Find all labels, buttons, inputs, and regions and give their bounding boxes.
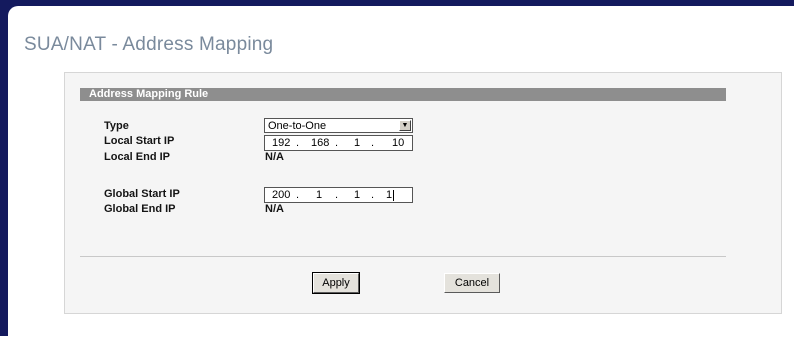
page-title: SUA/NAT - Address Mapping: [24, 34, 274, 55]
global-start-ip-octet-1[interactable]: 200: [272, 189, 290, 202]
ip-separator: .: [371, 189, 375, 201]
global-start-ip-octet-2[interactable]: 1: [316, 189, 322, 202]
global-end-ip-value: N/A: [265, 203, 284, 215]
ip-separator: .: [371, 137, 375, 149]
local-end-ip-value: N/A: [265, 151, 284, 163]
type-select-value: One-to-One: [268, 120, 327, 132]
ip-separator: .: [335, 189, 339, 201]
type-select[interactable]: One-to-One ▼: [264, 118, 413, 133]
type-label: Type: [104, 120, 129, 132]
apply-button[interactable]: Apply: [312, 272, 360, 294]
global-end-ip-label: Global End IP: [104, 203, 176, 215]
global-start-ip-octet-4[interactable]: 1: [386, 189, 392, 202]
form-divider: [80, 256, 726, 257]
local-start-ip-label: Local Start IP: [104, 135, 175, 147]
ip-separator: .: [296, 137, 300, 149]
local-start-ip-octet-4[interactable]: 10: [392, 137, 404, 150]
local-start-ip-field[interactable]: 192 . 168 . 1 . 10: [264, 135, 413, 151]
local-start-ip-octet-1[interactable]: 192: [272, 137, 290, 150]
global-start-ip-octet-3[interactable]: 1: [354, 189, 360, 202]
global-start-ip-field[interactable]: 200 . 1 . 1 . 1: [264, 187, 413, 203]
chevron-down-icon[interactable]: ▼: [399, 120, 411, 131]
global-start-ip-label: Global Start IP: [104, 188, 180, 200]
cancel-button[interactable]: Cancel: [444, 273, 500, 293]
section-title: Address Mapping Rule: [89, 88, 209, 100]
text-cursor: [393, 190, 394, 201]
ip-separator: .: [335, 137, 339, 149]
local-end-ip-label: Local End IP: [104, 151, 171, 163]
local-start-ip-octet-2[interactable]: 168: [311, 137, 329, 150]
local-start-ip-octet-3[interactable]: 1: [354, 137, 360, 150]
ip-separator: .: [296, 189, 300, 201]
